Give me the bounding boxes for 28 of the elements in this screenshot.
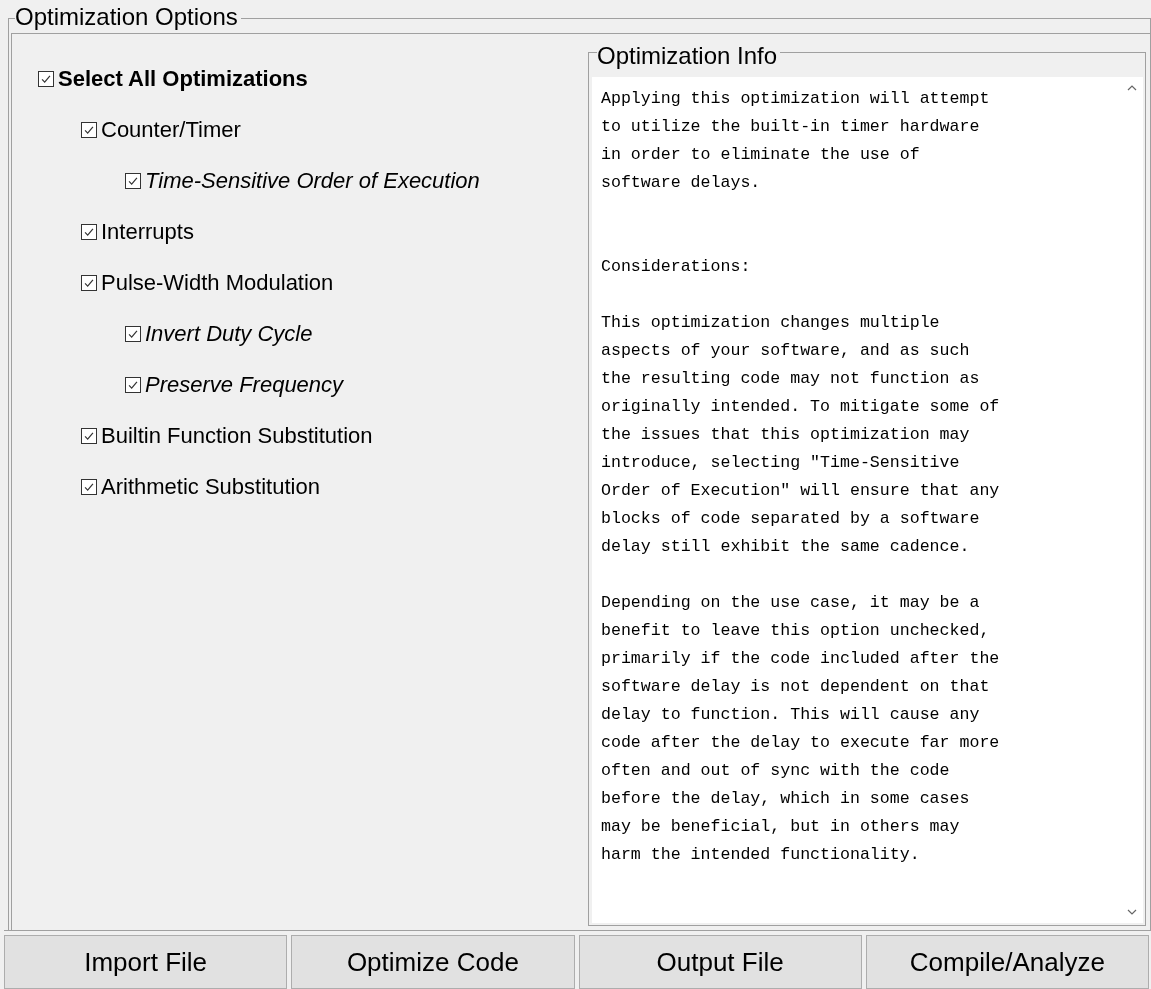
checkbox-icon[interactable]: [125, 376, 141, 393]
option-checkbox[interactable]: Arithmetic Substitution: [81, 461, 320, 512]
action-button[interactable]: Compile/Analyze: [865, 935, 1149, 989]
option-checkbox[interactable]: Invert Duty Cycle: [125, 308, 313, 359]
checkbox-icon[interactable]: [81, 274, 97, 291]
scroll-down-icon[interactable]: [1127, 909, 1137, 915]
checkbox-icon[interactable]: [38, 70, 54, 87]
checkbox-icon[interactable]: [81, 121, 97, 138]
action-button[interactable]: Optimize Code: [291, 935, 575, 989]
info-paragraph: Depending on the use case, it may be a benefit to leave this option unchecked, primarily if the code included after the software delay is not dependent on that delay to function. This will cause any code after the delay to execute far more often and out of sync with the code before the delay, which in some cases may be beneficial, but in others may harm the intended functionality.: [601, 592, 1000, 866]
option-checkbox[interactable]: Counter/Timer: [81, 104, 241, 155]
checkbox-icon[interactable]: [81, 478, 97, 495]
checkbox-icon[interactable]: [81, 427, 97, 444]
option-checkbox[interactable]: Preserve Frequency: [125, 359, 344, 410]
checkbox-icon[interactable]: [125, 325, 141, 342]
action-button[interactable]: Import File: [4, 935, 288, 989]
checkbox-icon[interactable]: [125, 172, 141, 189]
option-checkbox[interactable]: Time-Sensitive Order of Execution: [125, 155, 480, 206]
scroll-up-icon[interactable]: [1127, 85, 1137, 91]
option-checkbox[interactable]: Interrupts: [81, 206, 194, 257]
checkbox-icon[interactable]: [81, 223, 97, 240]
info-paragraph: This optimization changes multiple aspects of your software, and as such the resulting code may not function as originally intended. To mitigate some of the issues that this optimization may introduce, selecting "Time-Sensitive Order of Execution" will ensure that any blocks of code separated by a software delay still exhibit the same cadence.: [601, 312, 1000, 558]
info-paragraph: Considerations:: [601, 256, 751, 278]
option-checkbox[interactable]: Builtin Function Substitution: [81, 410, 373, 461]
info-paragraph: Applying this optimization will attempt to utilize the built-in timer hardware in order to eliminate the use of software delays.: [601, 88, 990, 194]
option-checkbox[interactable]: Pulse-Width Modulation: [81, 257, 334, 308]
option-checkbox[interactable]: Select All Optimizations: [38, 53, 308, 104]
action-button[interactable]: Output File: [578, 935, 862, 989]
